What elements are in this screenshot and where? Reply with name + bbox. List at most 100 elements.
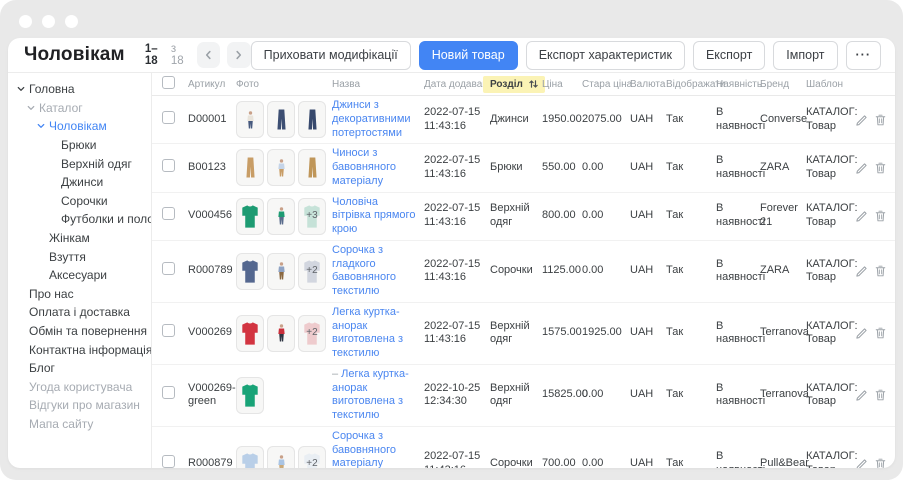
sidebar-item-vidguky[interactable]: Відгуки про магазин	[8, 396, 151, 415]
row-checkbox[interactable]	[162, 111, 175, 124]
product-photo[interactable]	[267, 253, 295, 290]
sidebar-item-zhinkam[interactable]: Жінкам	[8, 229, 151, 248]
window-dot-icon[interactable]	[42, 15, 55, 28]
select-all-checkbox[interactable]	[162, 76, 175, 89]
currency-cell: UAH	[630, 457, 666, 468]
chevron-right-icon	[234, 50, 243, 60]
product-photo[interactable]: +2	[298, 315, 326, 352]
sidebar-item-katalog[interactable]: Каталог	[8, 99, 151, 118]
delete-icon[interactable]	[875, 162, 886, 174]
product-name-link[interactable]: Чиноси з бавовняного матеріалу	[332, 147, 396, 187]
product-name-link[interactable]: Легка куртка-анорак виготовлена з тексти…	[332, 306, 403, 359]
product-photo[interactable]	[267, 198, 295, 235]
edit-icon[interactable]	[856, 210, 868, 222]
edit-icon[interactable]	[856, 389, 868, 401]
sidebar-item-kontaktna[interactable]: Контактна інформація	[8, 340, 151, 359]
sidebar-item-futbolky-polo[interactable]: Футболки и поло	[8, 210, 151, 229]
app-window: Чоловікам 1–18 з 18 Приховати модифікаці…	[8, 38, 895, 468]
sidebar-item-sorochky[interactable]: Сорочки	[8, 192, 151, 211]
edit-icon[interactable]	[856, 162, 868, 174]
hide-modifications-button[interactable]: Приховати модифікації	[251, 41, 411, 70]
row-checkbox[interactable]	[162, 324, 175, 337]
old-price-cell: 2075.00	[582, 113, 630, 127]
product-name-link[interactable]: Сорочка з бавовняного матеріалу притален…	[332, 430, 396, 468]
product-photo[interactable]	[236, 101, 264, 138]
delete-icon[interactable]	[875, 458, 886, 468]
brand-cell: Pull&Bear	[760, 457, 806, 468]
import-button[interactable]: Імпорт	[773, 41, 837, 70]
desktop-background: Чоловікам 1–18 з 18 Приховати модифікаці…	[0, 0, 903, 480]
template-cell: КАТАЛОГ: Товар	[806, 106, 856, 134]
export-button[interactable]: Експорт	[693, 41, 765, 70]
row-checkbox[interactable]	[162, 262, 175, 275]
delete-icon[interactable]	[875, 114, 886, 126]
photo-cell	[236, 377, 332, 414]
old-price-cell: 0.00	[582, 161, 630, 175]
product-name-link[interactable]: Чоловіча вітрівка прямого крою	[332, 196, 415, 236]
delete-icon[interactable]	[875, 210, 886, 222]
edit-icon[interactable]	[856, 327, 868, 339]
pagination-next-button[interactable]	[227, 42, 250, 68]
sidebar-item-dzhynsy[interactable]: Джинси	[8, 173, 151, 192]
article-cell: V000269	[188, 326, 236, 340]
table-row: V000456 +3 Чоловіча вітрівка прямого кро…	[152, 193, 895, 241]
product-photo[interactable]	[236, 446, 264, 468]
product-name-link[interactable]: Легка куртка-анорак виготовлена з тексти…	[332, 368, 409, 421]
edit-icon[interactable]	[856, 458, 868, 468]
sidebar-item-aksesuary[interactable]: Аксесуари	[8, 266, 151, 285]
sidebar-item-mapa-sajtu[interactable]: Мапа сайту	[8, 415, 151, 434]
sidebar-item-oplata[interactable]: Оплата і доставка	[8, 303, 151, 322]
delete-icon[interactable]	[875, 265, 886, 277]
row-checkbox[interactable]	[162, 159, 175, 172]
product-photo[interactable]	[267, 149, 295, 186]
sidebar-item-golovna[interactable]: Головна	[8, 80, 151, 99]
more-photos-badge: +2	[299, 447, 325, 468]
more-options-button[interactable]: ···	[846, 41, 882, 70]
product-photo[interactable]	[267, 446, 295, 468]
product-photo[interactable]	[236, 315, 264, 352]
sidebar-item-ugoda[interactable]: Угода користувача	[8, 378, 151, 397]
product-name-link[interactable]: Джинси з декоративними потертостями	[332, 99, 411, 139]
column-header-display: Відображати	[666, 79, 716, 90]
product-photo[interactable]	[236, 253, 264, 290]
product-photo[interactable]: +3	[298, 198, 326, 235]
article-cell: D00001	[188, 113, 236, 127]
sidebar-item-pro-nas[interactable]: Про нас	[8, 285, 151, 304]
delete-icon[interactable]	[875, 327, 886, 339]
sidebar-item-obmin[interactable]: Обмін та повернення	[8, 322, 151, 341]
product-photo[interactable]	[236, 149, 264, 186]
window-dot-icon[interactable]	[19, 15, 32, 28]
new-product-button[interactable]: Новий товар	[419, 41, 518, 70]
display-cell: Так	[666, 388, 716, 402]
old-price-cell: 0.00	[582, 388, 630, 402]
product-photo[interactable]	[267, 315, 295, 352]
row-checkbox[interactable]	[162, 207, 175, 220]
photo-cell: +2	[236, 315, 332, 352]
sidebar-item-bryuky[interactable]: Брюки	[8, 136, 151, 155]
edit-icon[interactable]	[856, 265, 868, 277]
product-photo[interactable]	[298, 149, 326, 186]
product-photo[interactable]	[236, 198, 264, 235]
product-photo[interactable]: +2	[298, 446, 326, 468]
product-photo[interactable]	[298, 101, 326, 138]
sidebar-item-vzuttya[interactable]: Взуття	[8, 247, 151, 266]
date-cell: 2022-07-15 11:43:16	[424, 154, 490, 182]
product-photo[interactable]	[267, 101, 295, 138]
product-photo[interactable]	[236, 377, 264, 414]
product-photo[interactable]: +2	[298, 253, 326, 290]
pagination-prev-button[interactable]	[197, 42, 220, 68]
export-characteristics-button[interactable]: Експорт характеристик	[526, 41, 685, 70]
article-cell: R000879	[188, 457, 236, 468]
edit-icon[interactable]	[856, 114, 868, 126]
template-cell: КАТАЛОГ: Товар	[806, 320, 856, 348]
row-checkbox[interactable]	[162, 455, 175, 468]
window-dot-icon[interactable]	[65, 15, 78, 28]
delete-icon[interactable]	[875, 389, 886, 401]
product-name-link[interactable]: Сорочка з гладкого бавовняного текстилю	[332, 244, 396, 297]
row-checkbox[interactable]	[162, 386, 175, 399]
section-cell: Верхній одяг	[490, 202, 542, 230]
section-sort-control[interactable]: Розділ	[483, 76, 545, 93]
sidebar-item-cholovikam[interactable]: Чоловікам	[8, 117, 151, 136]
sidebar-item-verkhniy-odyag[interactable]: Верхній одяг	[8, 154, 151, 173]
sidebar-item-blog[interactable]: Блог	[8, 359, 151, 378]
